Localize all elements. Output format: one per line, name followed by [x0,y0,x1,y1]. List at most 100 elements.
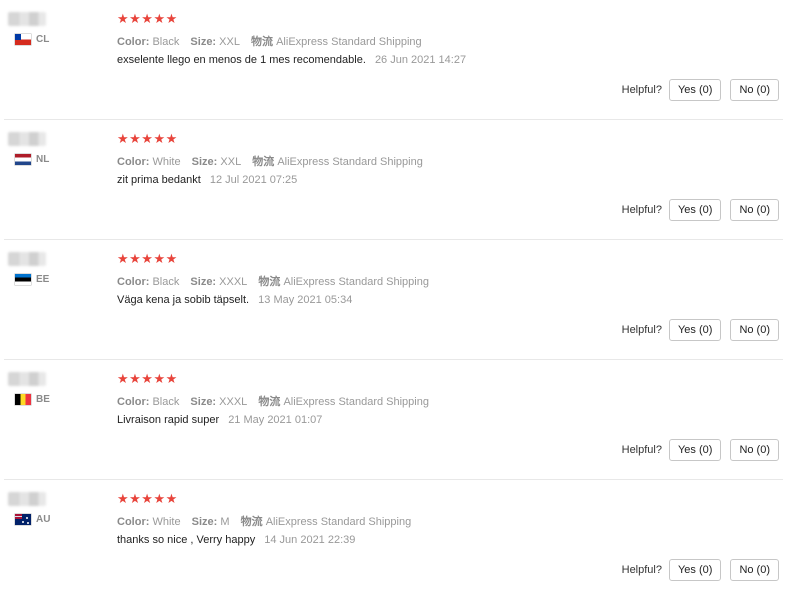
helpful-vote: Helpful? Yes (0) No (0) [622,559,779,581]
size-value: XXL [220,156,242,168]
shipping-label: 物流 [251,36,274,48]
review-text: thanks so nice , Verry happy 14 Jun 2021… [117,534,355,546]
reviewer-country: CL [15,34,49,45]
size-label: Size: [190,276,217,288]
order-info: Color: Black Size: XXL 物流 AliExpress Sta… [117,33,422,49]
color-label: Color: [117,156,150,168]
reviewer-country: NL [15,154,49,165]
color-value: Black [152,276,180,288]
shipping-label: 物流 [258,276,281,288]
size-value: XXXL [219,276,248,288]
helpful-vote: Helpful? Yes (0) No (0) [622,79,779,101]
review-text: exselente llego en menos de 1 mes recome… [117,54,466,66]
helpful-yes-button[interactable]: Yes (0) [668,559,722,581]
review-date: 14 Jun 2021 22:39 [264,534,356,546]
order-info: Color: Black Size: XXXL 物流 AliExpress St… [117,393,429,409]
review-item: BE ★★★★★ Color: Black Size: XXXL 物流 AliE… [0,360,800,480]
review-item: CL ★★★★★ Color: Black Size: XXL 物流 AliEx… [0,0,800,120]
country-flag-icon [15,514,31,525]
color-label: Color: [117,36,150,48]
review-item: NL ★★★★★ Color: White Size: XXL 物流 AliEx… [0,120,800,240]
helpful-label: Helpful? [621,444,662,456]
country-code: EE [36,274,50,285]
review-comment: zit prima bedankt [117,174,201,186]
shipping-value: AliExpress Standard Shipping [283,276,429,288]
review-date: 13 May 2021 05:34 [258,294,353,306]
reviewer-name-blurred [8,132,46,146]
size-label: Size: [191,156,218,168]
country-code: NL [36,154,50,165]
review-text: Livraison rapid super 21 May 2021 01:07 [117,414,322,426]
helpful-label: Helpful? [621,564,662,576]
helpful-no-button[interactable]: No (0) [730,319,779,341]
size-value: XXXL [219,396,248,408]
country-code: CL [36,34,50,45]
size-value: XXL [219,36,240,48]
size-label: Size: [191,516,218,528]
helpful-yes-button[interactable]: Yes (0) [668,319,722,341]
star-rating: ★★★★★ [117,11,178,26]
review-date: 12 Jul 2021 07:25 [209,174,298,186]
country-flag-icon [15,34,31,45]
helpful-label: Helpful? [621,324,662,336]
helpful-no-button[interactable]: No (0) [730,199,779,221]
helpful-yes-button[interactable]: Yes (0) [668,439,722,461]
shipping-label: 物流 [252,156,275,168]
review-text: Väga kena ja sobib täpselt. 13 May 2021 … [117,294,352,306]
helpful-yes-button[interactable]: Yes (0) [668,79,722,101]
color-value: White [152,516,181,528]
shipping-label: 物流 [240,516,263,528]
order-info: Color: Black Size: XXXL 物流 AliExpress St… [117,273,429,289]
reviewer-country: BE [15,394,50,405]
color-value: White [152,156,181,168]
helpful-vote: Helpful? Yes (0) No (0) [622,439,779,461]
review-comment: thanks so nice , Verry happy [117,534,256,546]
helpful-no-button[interactable]: No (0) [730,79,779,101]
review-comment: Väga kena ja sobib täpselt. [117,294,250,306]
shipping-value: AliExpress Standard Shipping [283,396,429,408]
shipping-value: AliExpress Standard Shipping [276,36,422,48]
review-date: 26 Jun 2021 14:27 [374,54,467,66]
country-code: AU [36,514,51,525]
size-label: Size: [190,396,217,408]
helpful-vote: Helpful? Yes (0) No (0) [622,319,779,341]
helpful-label: Helpful? [621,204,662,216]
color-value: Black [152,36,180,48]
country-code: BE [36,394,50,405]
shipping-value: AliExpress Standard Shipping [265,516,412,528]
helpful-no-button[interactable]: No (0) [730,439,779,461]
helpful-vote: Helpful? Yes (0) No (0) [622,199,779,221]
reviewer-country: AU [15,514,50,525]
order-info: Color: White Size: XXL 物流 AliExpress Sta… [117,153,423,169]
country-flag-icon [15,394,31,405]
color-value: Black [152,396,180,408]
order-info: Color: White Size: M 物流 AliExpress Stand… [117,513,411,529]
helpful-no-button[interactable]: No (0) [730,559,779,581]
star-rating: ★★★★★ [117,371,178,386]
review-item: EE ★★★★★ Color: Black Size: XXXL 物流 AliE… [0,240,800,360]
color-label: Color: [117,276,150,288]
reviewer-name-blurred [8,252,46,266]
star-rating: ★★★★★ [117,131,178,146]
helpful-yes-button[interactable]: Yes (0) [668,199,722,221]
reviewer-name-blurred [8,12,46,26]
size-value: M [220,516,230,528]
reviewer-country: EE [15,274,49,285]
reviewer-name-blurred [8,372,46,386]
size-label: Size: [190,36,217,48]
country-flag-icon [15,274,31,285]
star-rating: ★★★★★ [117,491,178,506]
color-label: Color: [117,396,150,408]
review-text: zit prima bedankt 12 Jul 2021 07:25 [117,174,297,186]
review-date: 21 May 2021 01:07 [228,414,323,426]
review-comment: exselente llego en menos de 1 mes recome… [117,54,366,66]
reviewer-name-blurred [8,492,46,506]
color-label: Color: [117,516,150,528]
shipping-value: AliExpress Standard Shipping [277,156,423,168]
review-item: AU ★★★★★ Color: White Size: M 物流 AliExpr… [0,480,800,600]
country-flag-icon [15,154,31,165]
shipping-label: 物流 [258,396,281,408]
review-comment: Livraison rapid super [117,414,220,426]
helpful-label: Helpful? [621,84,662,96]
star-rating: ★★★★★ [117,251,178,266]
